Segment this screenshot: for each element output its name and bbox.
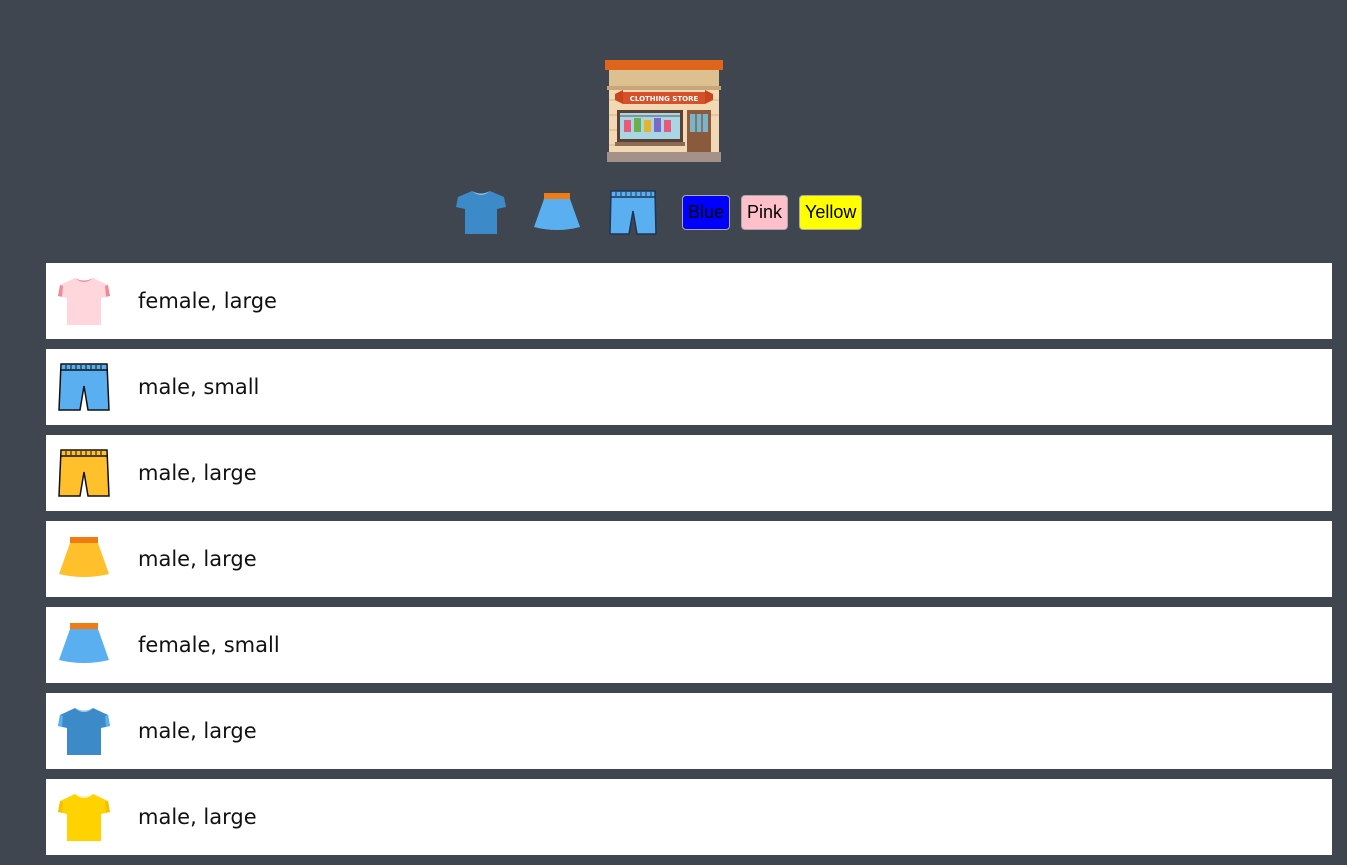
tshirt-icon [456, 191, 506, 234]
list-item: female, large [46, 263, 1332, 339]
item-label: male, large [138, 805, 257, 829]
list-item: male, large [46, 693, 1332, 769]
list-item: male, large [46, 435, 1332, 511]
filter-shorts-button[interactable] [606, 187, 660, 237]
list-item: male, small [46, 349, 1332, 425]
list-item: female, small [46, 607, 1332, 683]
shorts-icon [609, 190, 657, 235]
item-label: female, large [138, 289, 277, 313]
filter-color-blue-button[interactable]: Blue [682, 194, 731, 230]
item-label: male, small [138, 375, 260, 399]
shorts-icon [55, 446, 113, 500]
skirt-icon [534, 193, 580, 230]
filter-color-pink-button[interactable]: Pink [741, 194, 789, 230]
item-label: male, large [138, 461, 257, 485]
tshirt-icon [55, 274, 113, 328]
filter-color-yellow-button[interactable]: Yellow [799, 194, 863, 230]
item-label: male, large [138, 547, 257, 571]
clothing-list: female, large male, small male, large ma… [46, 263, 1332, 865]
list-item: male, large [46, 521, 1332, 597]
skirt-icon [55, 532, 113, 586]
list-item: male, large [46, 779, 1332, 855]
skirt-icon [55, 618, 113, 672]
item-label: male, large [138, 719, 257, 743]
tshirt-icon [55, 704, 113, 758]
filter-tshirt-button[interactable] [454, 187, 508, 237]
shorts-icon [55, 360, 113, 414]
tshirt-icon [55, 790, 113, 844]
clothing-store-logo: CLOTHING STORE [603, 60, 725, 162]
item-label: female, small [138, 633, 280, 657]
store-sign-text: CLOTHING STORE [630, 95, 699, 103]
filter-skirt-button[interactable] [530, 187, 584, 237]
filter-bar: Blue Pink Yellow [454, 186, 873, 238]
